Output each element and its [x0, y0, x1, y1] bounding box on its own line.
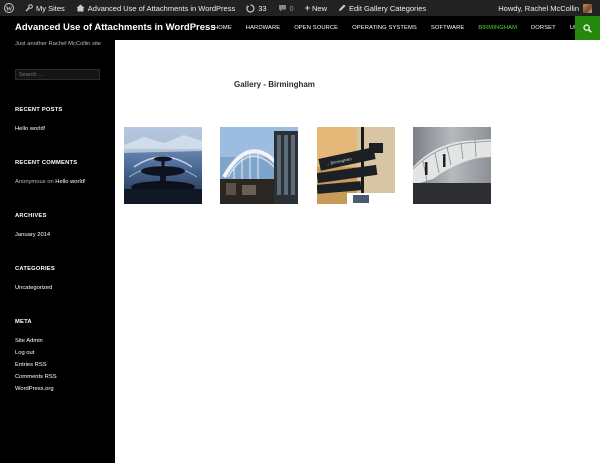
gallery-image-fountain[interactable]	[124, 127, 202, 204]
nav-item-dorset[interactable]: DORSET	[531, 25, 556, 31]
search-input[interactable]	[15, 69, 100, 80]
archives-heading: ARCHIVES	[15, 213, 47, 219]
howdy-label: Howdy, Rachel McCollin	[498, 3, 579, 13]
site-name-label: Advanced Use of Attachments in WordPress	[87, 3, 236, 13]
comment-bubble-icon	[278, 5, 286, 12]
updates-count: 33	[258, 3, 267, 13]
meta-link-log-out[interactable]: Log out	[15, 350, 34, 356]
primary-navigation: HOME HARDWARE OPEN SOURCE OPERATING SYST…	[214, 16, 600, 40]
updates-icon	[246, 3, 255, 13]
sidebar: Just another Rachel McCollin site RECENT…	[0, 40, 115, 463]
site-tagline: Just another Rachel McCollin site	[15, 41, 102, 47]
new-content-menu[interactable]: + New	[301, 0, 331, 16]
categories-heading: CATEGORIES	[15, 266, 55, 272]
svg-text:W: W	[6, 5, 13, 12]
avatar	[583, 3, 592, 13]
updates-menu[interactable]: 33	[242, 0, 270, 16]
site-title[interactable]: Advanced Use of Attachments in WordPress	[15, 22, 216, 33]
meta-heading: META	[15, 319, 32, 325]
nav-item-home[interactable]: HOME	[214, 25, 232, 31]
edit-label: Edit Gallery Categories	[349, 3, 427, 13]
my-sites-menu[interactable]: My Sites	[21, 0, 69, 16]
site-name-menu[interactable]: Advanced Use of Attachments in WordPress	[72, 0, 239, 16]
meta-link-entries-rss[interactable]: Entries RSS	[15, 362, 47, 368]
recent-comments-heading: RECENT COMMENTS	[15, 160, 78, 166]
wordpress-icon: W	[4, 3, 14, 13]
page-title: Gallery - Birmingham	[234, 80, 315, 89]
pencil-icon	[339, 4, 346, 11]
gallery-image-street-signs[interactable]: → Birmingham	[317, 127, 395, 204]
search-icon	[583, 23, 592, 33]
home-icon	[76, 4, 85, 12]
my-sites-label: My Sites	[36, 3, 65, 13]
comment-author[interactable]: Anonymous on	[15, 179, 54, 185]
recent-post-link[interactable]: Hello world!	[15, 126, 45, 132]
recent-posts-heading: RECENT POSTS	[15, 107, 63, 113]
admin-bar: W My Sites Advanced Use of Attachments i…	[0, 0, 600, 16]
nav-item-software[interactable]: SOFTWARE	[431, 25, 464, 31]
meta-link-comments-rss[interactable]: Comments RSS	[15, 374, 57, 380]
category-link[interactable]: Uncategorized	[15, 285, 52, 291]
nav-item-operating-systems[interactable]: OPERATING SYSTEMS	[352, 25, 417, 31]
plus-icon: +	[304, 3, 310, 13]
search-toggle-button[interactable]	[575, 16, 600, 40]
meta-link-wordpress-org[interactable]: WordPress.org	[15, 386, 54, 392]
edit-menu[interactable]: Edit Gallery Categories	[334, 0, 430, 16]
my-account-menu[interactable]: Howdy, Rachel McCollin	[494, 0, 600, 16]
nav-item-hardware[interactable]: HARDWARE	[246, 25, 280, 31]
new-label: New	[311, 3, 327, 13]
recent-comment-item: Anonymous on Hello world!	[15, 179, 86, 185]
comment-post-link[interactable]: Hello world!	[55, 179, 85, 185]
wordpress-logo-button[interactable]: W	[0, 0, 18, 16]
comments-menu[interactable]: 0	[274, 0, 298, 16]
site-header: Advanced Use of Attachments in WordPress…	[0, 16, 600, 40]
comments-count: 0	[289, 3, 294, 13]
gallery-image-glass-walkway[interactable]	[413, 127, 491, 204]
archive-link[interactable]: January 2014	[15, 232, 50, 238]
nav-item-birmingham[interactable]: BIRMINGHAM	[478, 25, 517, 31]
nav-item-open-source[interactable]: OPEN SOURCE	[294, 25, 338, 31]
wrench-icon	[25, 4, 33, 12]
meta-link-site-admin[interactable]: Site Admin	[15, 338, 43, 344]
gallery-image-arch-bridge[interactable]	[220, 127, 298, 204]
